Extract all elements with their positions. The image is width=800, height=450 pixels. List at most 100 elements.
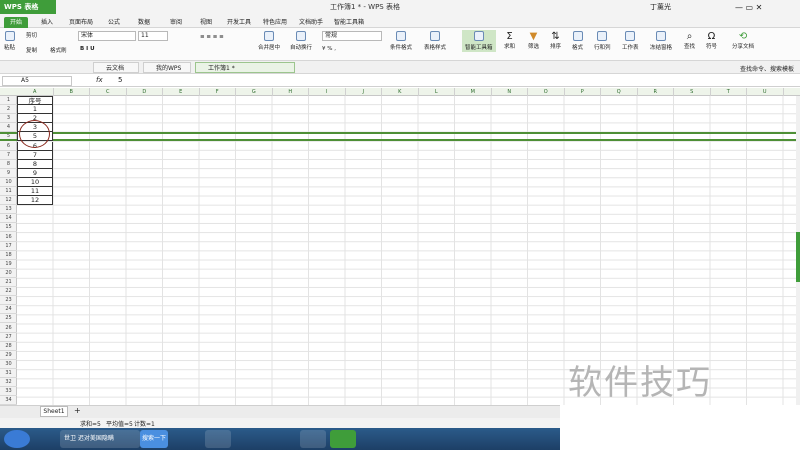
column-header-c[interactable]: C [90, 88, 127, 96]
window-controls[interactable]: — ▭ ✕ [735, 3, 762, 12]
worksheet-button[interactable]: 工作表 [622, 31, 639, 51]
name-box[interactable]: A5 [2, 76, 72, 86]
filter-button[interactable]: ▼ 筛选 [528, 31, 539, 50]
add-sheet-button[interactable]: + [74, 406, 81, 415]
symbol-button[interactable]: Ω 符号 [706, 31, 717, 50]
column-header-j[interactable]: J [346, 88, 382, 96]
column-header-l[interactable]: L [419, 88, 455, 96]
row-header-26[interactable]: 26 [0, 324, 17, 333]
row-header-6[interactable]: 6 [0, 142, 17, 151]
row-header-18[interactable]: 18 [0, 251, 17, 260]
doc-tab-mywps[interactable]: 我的WPS [143, 62, 191, 73]
column-header-p[interactable]: P [565, 88, 601, 96]
percent-button[interactable]: ¥ % , [322, 46, 336, 52]
cell-a11[interactable]: 11 [17, 187, 53, 196]
row-header-34[interactable]: 34 [0, 396, 17, 406]
cell-a7[interactable]: 7 [17, 150, 53, 160]
column-header-g[interactable]: G [236, 88, 273, 96]
column-header-r[interactable]: R [638, 88, 674, 96]
row-header-4[interactable]: 4 [0, 123, 17, 133]
column-header-i[interactable]: I [309, 88, 346, 96]
font-size-select[interactable]: 11 [138, 31, 168, 41]
tab-features[interactable]: 特色应用 [260, 17, 290, 28]
row-header-15[interactable]: 15 [0, 223, 17, 233]
row-header-16[interactable]: 16 [0, 233, 17, 242]
cell-a8[interactable]: 8 [17, 159, 53, 169]
column-header-m[interactable]: M [455, 88, 492, 96]
row-header-25[interactable]: 25 [0, 314, 17, 324]
share-doc-button[interactable]: ⟲ 分享文档 [732, 31, 754, 50]
user-name[interactable]: 丁薰光 [650, 2, 671, 12]
row-header-33[interactable]: 33 [0, 387, 17, 397]
tab-smart-toolbox[interactable]: 智能工具箱 [332, 17, 366, 28]
tab-developer[interactable]: 开发工具 [224, 17, 254, 28]
row-header-17[interactable]: 17 [0, 242, 17, 251]
command-search[interactable]: 查找命令、搜索模板 [740, 64, 794, 73]
cut-button[interactable]: 剪切 [26, 31, 37, 39]
row-header-3[interactable]: 3 [0, 114, 17, 124]
format-button[interactable]: 格式 [572, 31, 583, 51]
sort-button[interactable]: ⇅ 排序 [550, 31, 561, 50]
number-format-select[interactable]: 常规 [322, 31, 382, 41]
row-header-30[interactable]: 30 [0, 360, 17, 369]
doc-tab-cloud[interactable]: 云文档 [93, 62, 139, 73]
cell-a10[interactable]: 10 [17, 177, 53, 187]
row-header-19[interactable]: 19 [0, 260, 17, 269]
column-header-d[interactable]: D [127, 88, 163, 96]
row-header-7[interactable]: 7 [0, 151, 17, 160]
row-header-11[interactable]: 11 [0, 187, 17, 196]
row-header-10[interactable]: 10 [0, 178, 17, 187]
scroll-thumb[interactable] [796, 232, 800, 282]
browser-icon[interactable] [300, 430, 326, 448]
cell-a12[interactable]: 12 [17, 196, 53, 206]
column-header-o[interactable]: O [528, 88, 565, 96]
find-button[interactable]: ⌕ 查找 [684, 31, 695, 50]
app-logo[interactable]: WPS 表格 [0, 0, 56, 14]
row-header-31[interactable]: 31 [0, 369, 17, 378]
tab-data[interactable]: 数据 [134, 17, 154, 28]
tab-page-layout[interactable]: 页面布局 [66, 17, 96, 28]
smart-toolbox-button[interactable]: 智能工具箱 [462, 30, 496, 52]
row-header-20[interactable]: 20 [0, 269, 17, 278]
ie-tab[interactable]: 世卫 迟对美国隐瞒 [60, 430, 140, 448]
column-header-s[interactable]: S [674, 88, 711, 96]
tab-home[interactable]: 开始 [4, 17, 28, 28]
column-header-a[interactable]: A [17, 88, 54, 96]
row-header-21[interactable]: 21 [0, 278, 17, 287]
table-style-button[interactable]: 表格样式 [424, 31, 446, 51]
row-header-1[interactable]: 1 [0, 96, 17, 105]
tab-view[interactable]: 视图 [196, 17, 216, 28]
row-header-13[interactable]: 13 [0, 205, 17, 215]
tab-review[interactable]: 审阅 [166, 17, 186, 28]
cell-a1[interactable]: 序号 [17, 96, 53, 105]
sheet-tab[interactable]: Sheet1 [40, 406, 68, 417]
freeze-panes-button[interactable]: 冻结窗格 [650, 31, 672, 51]
row-header-2[interactable]: 2 [0, 105, 17, 115]
cell-a2[interactable]: 1 [17, 105, 53, 115]
paste-button[interactable]: 粘贴 [4, 31, 15, 51]
row-header-9[interactable]: 9 [0, 169, 17, 178]
row-header-27[interactable]: 27 [0, 333, 17, 342]
formula-input[interactable]: 5 [118, 76, 122, 84]
row-header-14[interactable]: 14 [0, 214, 17, 224]
tab-insert[interactable]: 插入 [36, 17, 58, 28]
start-button[interactable] [4, 430, 30, 448]
column-header-n[interactable]: N [492, 88, 528, 96]
column-header-b[interactable]: B [54, 88, 90, 96]
row-header-8[interactable]: 8 [0, 160, 17, 169]
wrap-text-button[interactable]: 自动换行 [290, 31, 312, 51]
row-header-12[interactable]: 12 [0, 196, 17, 206]
column-header-h[interactable]: H [273, 88, 309, 96]
row-header-22[interactable]: 22 [0, 287, 17, 297]
column-header-k[interactable]: K [382, 88, 419, 96]
align-buttons[interactable]: ≡ ≡ ≡ ≡ [200, 34, 224, 40]
row-header-28[interactable]: 28 [0, 342, 17, 351]
font-select[interactable]: 宋体 [78, 31, 136, 41]
row-header-24[interactable]: 24 [0, 305, 17, 315]
row-header-29[interactable]: 29 [0, 351, 17, 360]
row-col-button[interactable]: 行和列 [594, 31, 611, 51]
merge-center-button[interactable]: 合并居中 [258, 31, 280, 51]
wps-icon[interactable] [330, 430, 356, 448]
tab-formula[interactable]: 公式 [104, 17, 124, 28]
column-header-u[interactable]: U [747, 88, 784, 96]
